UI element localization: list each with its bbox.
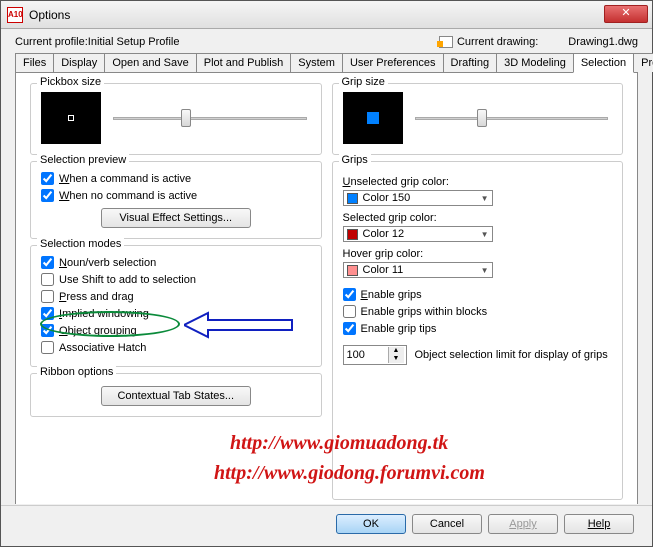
hover-grip-color-select[interactable]: Color 11 ▼: [343, 262, 493, 278]
tab-user-prefs[interactable]: User Preferences: [342, 53, 444, 72]
selection-preview-title: Selection preview: [37, 154, 129, 166]
grips-title: Grips: [339, 154, 371, 166]
checkbox[interactable]: [41, 256, 54, 269]
gripsize-slider[interactable]: [415, 117, 609, 120]
tab-selection[interactable]: Selection: [573, 53, 634, 73]
check-object-grouping[interactable]: Object grouping: [41, 322, 311, 339]
check-associative-hatch[interactable]: Associative Hatch: [41, 339, 311, 356]
checkbox[interactable]: [41, 290, 54, 303]
apply-button[interactable]: Apply: [488, 514, 558, 534]
gripsize-group: Grip size: [332, 83, 624, 155]
spin-down-icon[interactable]: ▼: [389, 355, 404, 363]
options-window: A10 Options ✕ Current profile: Initial S…: [0, 0, 653, 547]
checkbox[interactable]: [41, 172, 54, 185]
tab-display[interactable]: Display: [53, 53, 105, 72]
pickbox-preview: [41, 92, 101, 144]
tab-3d-modeling[interactable]: 3D Modeling: [496, 53, 574, 72]
titlebar: A10 Options ✕: [1, 1, 652, 29]
close-button[interactable]: ✕: [604, 5, 648, 23]
tab-open-save[interactable]: Open and Save: [104, 53, 196, 72]
tab-drafting[interactable]: Drafting: [443, 53, 498, 72]
tab-plot-publish[interactable]: Plot and Publish: [196, 53, 292, 72]
checkbox[interactable]: [41, 324, 54, 337]
tabs: Files Display Open and Save Plot and Pub…: [15, 53, 638, 73]
selection-preview-group: Selection preview When a command is acti…: [30, 161, 322, 239]
left-column: Pickbox size Selection preview When a co…: [30, 83, 322, 500]
profile-label: Current profile:: [15, 36, 88, 48]
window-title: Options: [29, 8, 604, 22]
checkbox[interactable]: [41, 273, 54, 286]
drawing-label: Current drawing:: [457, 36, 538, 48]
ribbon-options-title: Ribbon options: [37, 366, 116, 378]
checkbox[interactable]: [343, 305, 356, 318]
selected-grip-label: Selected grip color:: [343, 212, 613, 224]
pickbox-slider[interactable]: [113, 117, 307, 120]
selection-modes-title: Selection modes: [37, 238, 124, 250]
color-swatch: [347, 193, 358, 204]
profile-value: Initial Setup Profile: [88, 36, 437, 48]
pickbox-group: Pickbox size: [30, 83, 322, 155]
grip-limit-spinbox[interactable]: ▲▼: [343, 345, 407, 365]
tab-files[interactable]: Files: [15, 53, 54, 72]
dropdown-arrow-icon: ▼: [481, 194, 489, 203]
checkbox[interactable]: [343, 322, 356, 335]
unselected-grip-label: Unselected grip color:: [343, 176, 613, 188]
check-enable-grip-tips[interactable]: Enable grip tips: [343, 320, 613, 337]
tab-system[interactable]: System: [290, 53, 343, 72]
ok-button[interactable]: OK: [336, 514, 406, 534]
grips-group: Grips Unselected grip color: Color 150 ▼…: [332, 161, 624, 500]
dialog-buttons: OK Cancel Apply Help: [1, 505, 652, 546]
dropdown-arrow-icon: ▼: [481, 266, 489, 275]
color-swatch: [347, 265, 358, 276]
visual-effect-settings-button[interactable]: Visual Effect Settings...: [101, 208, 251, 228]
tab-profiles[interactable]: Profiles: [633, 53, 653, 72]
unselected-grip-color-select[interactable]: Color 150 ▼: [343, 190, 493, 206]
grip-limit-input[interactable]: [344, 348, 388, 362]
checkbox[interactable]: [343, 288, 356, 301]
grip-limit-label: Object selection limit for display of gr…: [415, 349, 608, 361]
pickbox-title: Pickbox size: [37, 76, 104, 88]
checkbox[interactable]: [41, 189, 54, 202]
hover-grip-label: Hover grip color:: [343, 248, 613, 260]
check-when-command-active[interactable]: When a command is active: [41, 170, 311, 187]
drawing-value: Drawing1.dwg: [568, 36, 638, 48]
grip-preview: [343, 92, 403, 144]
check-enable-grips[interactable]: Enable grips: [343, 286, 613, 303]
checkbox[interactable]: [41, 307, 54, 320]
spin-up-icon[interactable]: ▲: [389, 347, 404, 355]
cancel-button[interactable]: Cancel: [412, 514, 482, 534]
app-icon: A10: [7, 7, 23, 23]
check-implied-windowing[interactable]: Implied windowing: [41, 305, 311, 322]
right-column: Grip size Grips Unselected grip color: C…: [332, 83, 624, 500]
check-enable-grips-blocks[interactable]: Enable grips within blocks: [343, 303, 613, 320]
check-noun-verb[interactable]: Noun/verb selection: [41, 254, 311, 271]
profile-row: Current profile: Initial Setup Profile C…: [1, 29, 652, 53]
ribbon-options-group: Ribbon options Contextual Tab States...: [30, 373, 322, 417]
dropdown-arrow-icon: ▼: [481, 230, 489, 239]
check-when-no-command-active[interactable]: When no command is active: [41, 187, 311, 204]
color-swatch: [347, 229, 358, 240]
selected-grip-color-select[interactable]: Color 12 ▼: [343, 226, 493, 242]
gripsize-title: Grip size: [339, 76, 388, 88]
selection-modes-group: Selection modes Noun/verb selection Use …: [30, 245, 322, 367]
checkbox[interactable]: [41, 341, 54, 354]
help-button[interactable]: Help: [564, 514, 634, 534]
drawing-icon: [437, 35, 453, 49]
check-use-shift[interactable]: Use Shift to add to selection: [41, 271, 311, 288]
tab-content: Pickbox size Selection preview When a co…: [15, 73, 638, 504]
contextual-tab-states-button[interactable]: Contextual Tab States...: [101, 386, 251, 406]
check-press-drag[interactable]: Press and drag: [41, 288, 311, 305]
